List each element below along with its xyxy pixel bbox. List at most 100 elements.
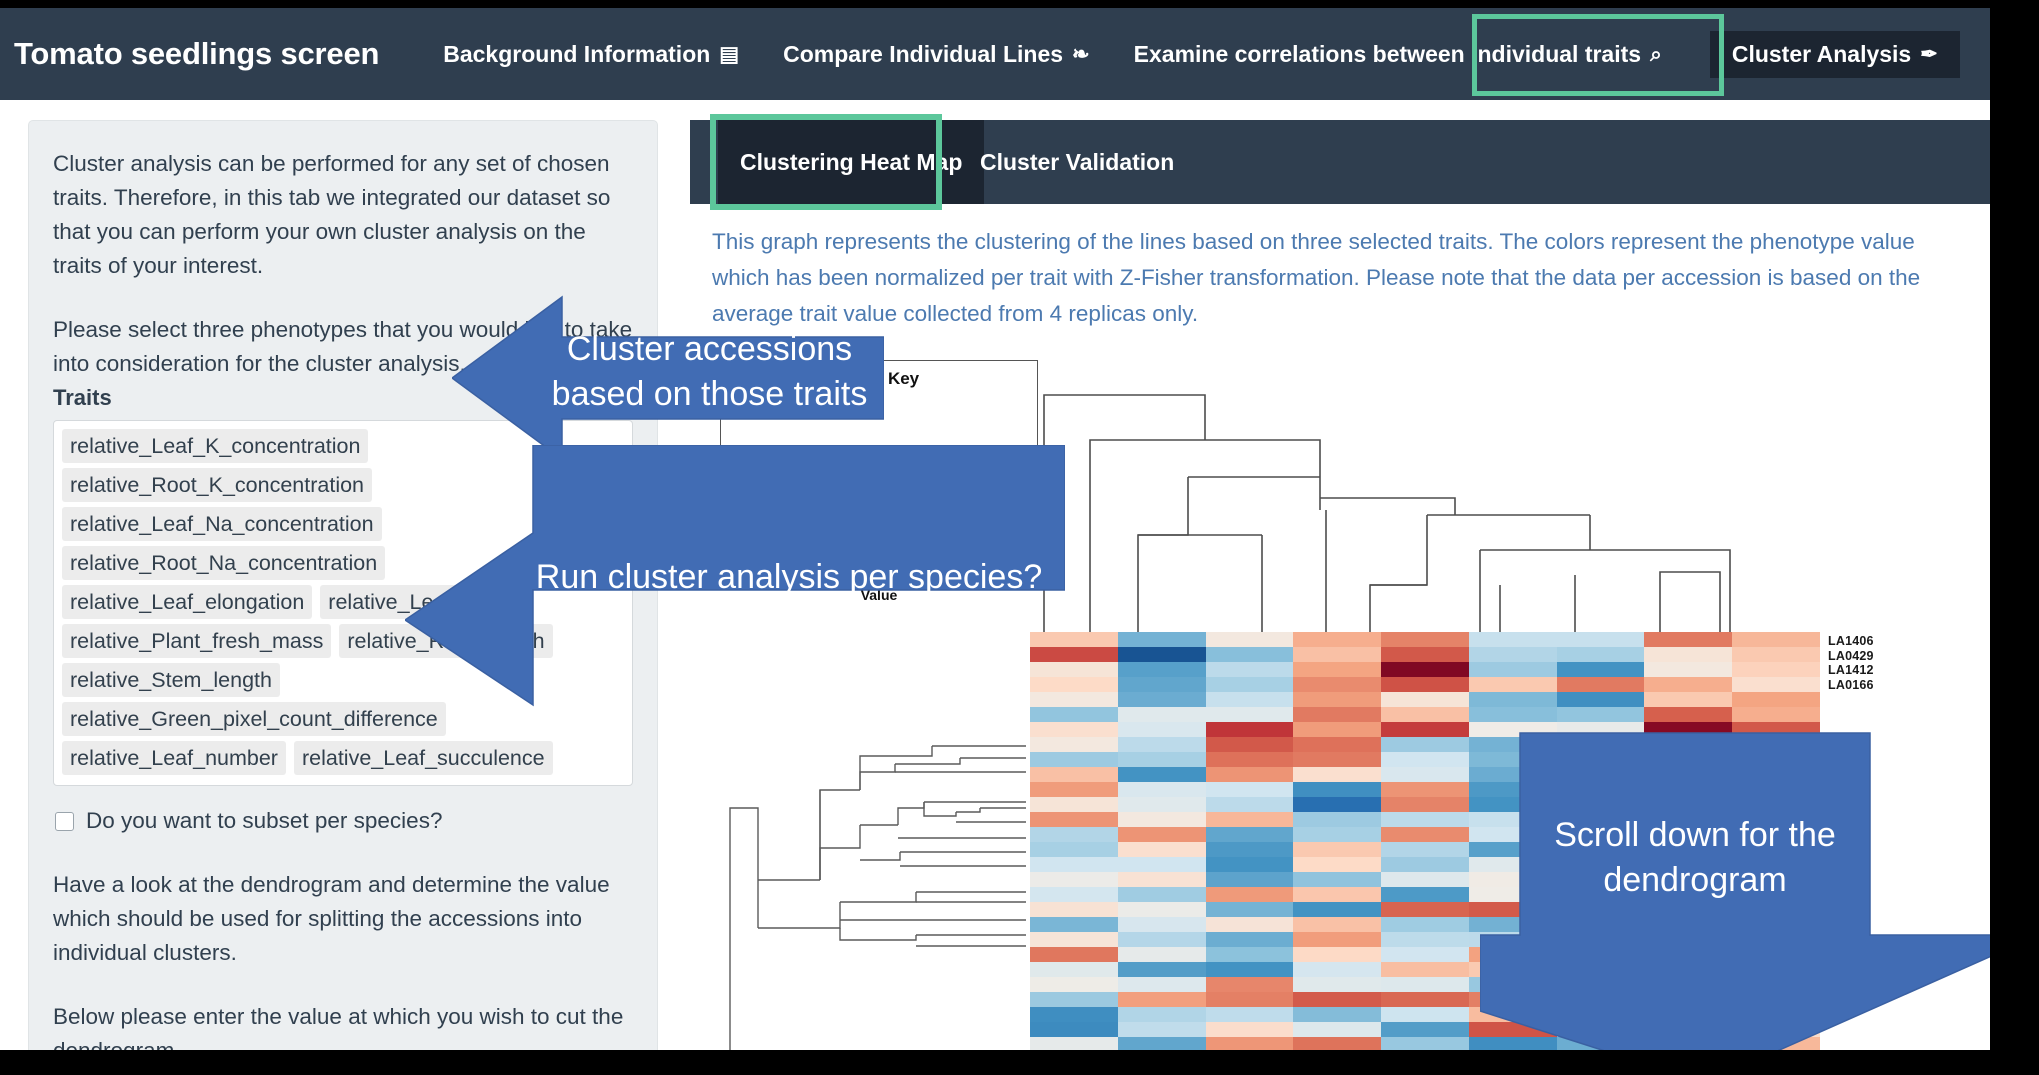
heatmap-cell xyxy=(1030,1037,1118,1050)
trait-option[interactable]: relative_Leaf_succulence xyxy=(293,741,553,775)
heatmap-cell xyxy=(1556,647,1645,662)
heatmap-cell xyxy=(1381,842,1469,857)
nav-label: Background Information xyxy=(443,40,711,67)
subset-per-species-label: Do you want to subset per species? xyxy=(86,808,443,833)
heatmap-cell xyxy=(1468,662,1557,677)
heatmap-cell xyxy=(1117,677,1206,692)
column-dendrogram xyxy=(1043,394,1731,650)
main-tabbar: Clustering Heat Map Cluster Validation xyxy=(690,114,1990,210)
heatmap-cell xyxy=(1381,797,1469,812)
heatmap-cell xyxy=(1205,782,1294,797)
graph-description-text: This graph represents the clustering of … xyxy=(712,229,1921,326)
trait-option[interactable]: relative_Root_K_concentration xyxy=(62,468,373,502)
heatmap-cell xyxy=(1293,632,1382,647)
heatmap-cell xyxy=(1381,992,1469,1007)
row-label: LA1406 xyxy=(1828,634,1874,648)
heatmap-cell xyxy=(1117,992,1206,1007)
heatmap-cell xyxy=(1644,662,1733,677)
heatmap-cell xyxy=(1381,932,1469,947)
heatmap-cell xyxy=(1205,812,1294,827)
heatmap-cell xyxy=(1381,827,1469,842)
row-label: LA0429 xyxy=(1828,648,1874,663)
heatmap-cell xyxy=(1117,1007,1206,1022)
heatmap-cell xyxy=(1381,962,1469,977)
heatmap-cell xyxy=(1205,1007,1294,1022)
heatmap-cell xyxy=(1293,737,1382,752)
heatmap-cell xyxy=(1381,782,1469,797)
trait-option[interactable]: relative_Leaf_number xyxy=(62,741,286,775)
heatmap-cell xyxy=(1030,767,1118,782)
row-dendrogram xyxy=(729,745,1026,1050)
heatmap-cell xyxy=(1293,887,1382,902)
heatmap-cell xyxy=(1556,677,1645,692)
tab-cluster-validation[interactable]: Cluster Validation xyxy=(958,120,1196,204)
heatmap-cell xyxy=(1205,797,1294,812)
heatmap-cell xyxy=(1117,917,1206,932)
nav-item-background-information[interactable]: Background Information ▤ xyxy=(421,31,761,78)
heatmap-cell xyxy=(1117,1037,1206,1050)
heatmap-cell xyxy=(1117,707,1206,722)
heatmap-cell xyxy=(1293,902,1382,917)
heatmap-cell xyxy=(1030,917,1118,932)
trait-option[interactable]: relative_Green_pixel_count_difference xyxy=(62,702,446,736)
heatmap-cell xyxy=(1293,722,1382,737)
heatmap-cell xyxy=(1293,1037,1382,1050)
heatmap-cell xyxy=(1117,947,1206,962)
heatmap-cell xyxy=(1381,1037,1469,1050)
heatmap-cell xyxy=(1030,782,1118,797)
run-per-species-callout: Run cluster analysis per species? xyxy=(405,445,1065,728)
heatmap-cell xyxy=(1468,692,1557,707)
app-brand-title: Tomato seedlings screen xyxy=(14,36,380,71)
heatmap-cell xyxy=(1644,632,1733,647)
heatmap-cell xyxy=(1030,812,1118,827)
heatmap-cell xyxy=(1556,692,1645,707)
heatmap-cell xyxy=(1205,887,1294,902)
heatmap-cell xyxy=(1381,857,1469,872)
heatmap-cell xyxy=(1205,632,1294,647)
heatmap-cell xyxy=(1030,842,1118,857)
tab-clustering-heat-map[interactable]: Clustering Heat Map xyxy=(718,120,985,204)
heatmap-cell xyxy=(1381,632,1469,647)
heatmap-cell xyxy=(1030,932,1118,947)
heatmap-cell xyxy=(1293,827,1382,842)
heatmap-cell xyxy=(1205,842,1294,857)
heatmap-cell xyxy=(1381,707,1469,722)
heatmap-cell xyxy=(1205,992,1294,1007)
heatmap-cell xyxy=(1205,677,1294,692)
trait-option[interactable]: relative_Root_Na_concentration xyxy=(62,546,386,580)
trait-option[interactable]: relative_Leaf_elongation xyxy=(62,585,313,619)
heatmap-cell xyxy=(1117,632,1206,647)
heatmap-cell xyxy=(1117,827,1206,842)
slide-canvas: Tomato seedlings screen Background Infor… xyxy=(0,0,2039,1075)
heatmap-cell xyxy=(1644,677,1733,692)
heatmap-cell xyxy=(1381,812,1469,827)
heatmap-cell xyxy=(1381,737,1469,752)
heatmap-cell xyxy=(1644,692,1733,707)
heatmap-cell xyxy=(1030,827,1118,842)
heatmap-cell xyxy=(1030,857,1118,872)
subset-per-species-row[interactable]: Do you want to subset per species? xyxy=(55,808,633,834)
heatmap-cell xyxy=(1293,677,1382,692)
trait-option[interactable]: relative_Leaf_Na_concentration xyxy=(62,507,382,541)
heatmap-cell xyxy=(1205,692,1294,707)
heatmap-cell xyxy=(1556,632,1645,647)
heatmap-cell xyxy=(1030,1022,1118,1037)
cluster-accessions-callout: Cluster accessions based on those traits xyxy=(452,289,884,467)
nav-label: Examine correlations between individual … xyxy=(1133,40,1642,67)
heatmap-cell xyxy=(1293,812,1382,827)
callout-text: Run cluster analysis per species? xyxy=(535,558,1043,596)
nav-item-examine-correlations[interactable]: Examine correlations between individual … xyxy=(1112,31,1684,78)
heatmap-cell xyxy=(1030,737,1118,752)
heatmap-cell xyxy=(1381,872,1469,887)
subset-per-species-checkbox[interactable] xyxy=(55,811,74,831)
trait-option[interactable]: relative_Leaf_K_concentration xyxy=(62,429,369,463)
trait-option[interactable]: relative_Stem_length xyxy=(62,663,280,697)
heatmap-cell xyxy=(1293,857,1382,872)
nav-item-cluster-analysis[interactable]: Cluster Analysis ✒ xyxy=(1709,30,1960,78)
heatmap-cell xyxy=(1293,962,1382,977)
trait-option[interactable]: relative_Plant_fresh_mass xyxy=(62,624,332,658)
heatmap-cell xyxy=(1030,887,1118,902)
heatmap-cell xyxy=(1732,692,1820,707)
nav-item-compare-individual-lines[interactable]: Compare Individual Lines ❧ xyxy=(761,31,1112,78)
heatmap-cell xyxy=(1556,662,1645,677)
